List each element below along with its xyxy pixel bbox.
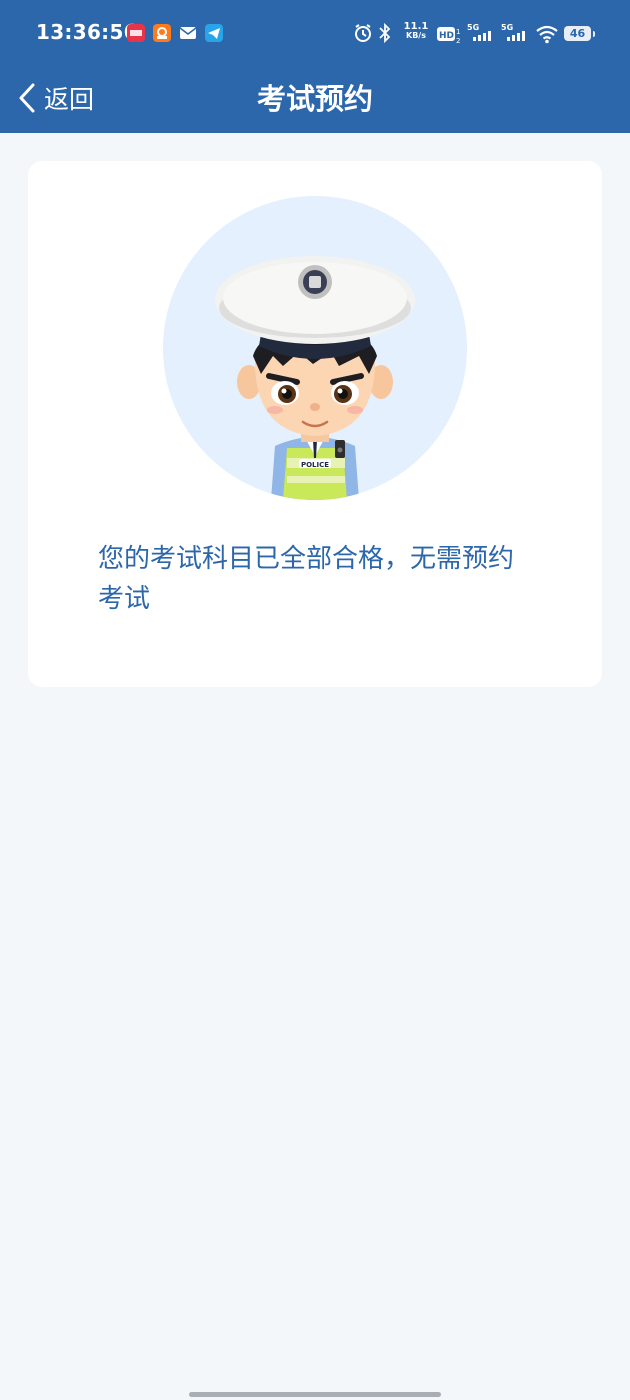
svg-text:5G: 5G (501, 23, 513, 32)
5g-signal-icon: 5G (467, 23, 491, 41)
avatar: POLICE (163, 196, 467, 500)
svg-text:5G: 5G (467, 23, 479, 32)
home-indicator[interactable] (189, 1392, 441, 1397)
page-title: 考试预约 (256, 82, 373, 116)
telegram-icon (205, 24, 223, 42)
navigation-bar: 返回 考试预约 (0, 66, 630, 133)
status-bar: 13:36:56 11.1 KB/s HD 1 2 5G 5G 46 (0, 0, 630, 66)
status-time: 13:36:56 (36, 20, 138, 44)
status-message: 您的考试科目已全部合格，无需预约考试 (98, 544, 515, 614)
result-card: POLICE 您的考试科目已全部合格，无需预约考试 (28, 161, 602, 687)
police-officer-avatar: POLICE (215, 256, 415, 500)
battery-icon: 46 (564, 26, 595, 41)
network-speed: 11.1 KB/s (403, 21, 429, 41)
hd-icon: HD 12 (437, 27, 460, 45)
app-notification-icon (127, 24, 145, 42)
5g-signal-icon: 5G (501, 23, 525, 41)
police-badge-text: POLICE (301, 461, 329, 469)
mail-icon (179, 24, 197, 42)
svg-text:1: 1 (456, 28, 460, 36)
top-bar: 13:36:56 11.1 KB/s HD 1 2 5G 5G 46 返回 考试预约 (0, 0, 630, 133)
wifi-icon (536, 25, 558, 44)
svg-text:2: 2 (456, 37, 460, 45)
svg-text:HD: HD (439, 31, 454, 41)
bluetooth-icon (379, 22, 391, 44)
shopping-app-icon (153, 24, 171, 42)
alarm-icon (355, 24, 371, 42)
